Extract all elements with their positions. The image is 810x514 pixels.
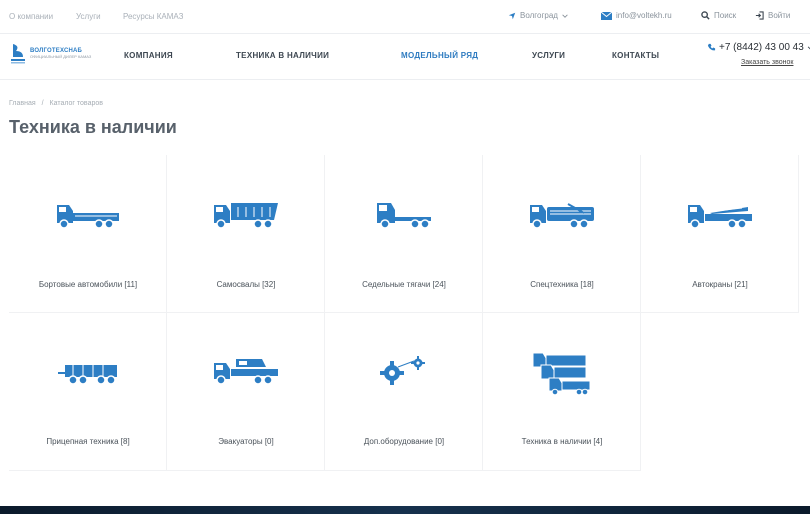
login-button[interactable]: Войти [755,11,790,20]
gears-icon [380,356,425,385]
search-icon [701,11,710,20]
category-label: Доп.оборудование [0] [363,437,445,446]
logo-title: ВОЛГОТЕХСНАБ [30,47,83,54]
category-label: Спецтехника [18] [530,280,594,289]
login-icon [755,11,764,20]
top-link-kamaz[interactable]: Ресурсы КАМАЗ [123,12,184,21]
tow-truck-icon [214,359,278,385]
category-card-crane[interactable]: Автокраны [21] [641,155,799,313]
city-name: Волгоград [520,11,558,20]
nav-company[interactable]: КОМПАНИЯ [124,51,173,60]
category-label: Автокраны [21] [692,280,748,289]
breadcrumb-separator: / [41,100,44,107]
main-header: ВОЛГОТЕХСНАБ ОФИЦИАЛЬНЫЙ ДИЛЕР КАМАЗ КОМ… [0,34,810,80]
city-selector[interactable]: Волгоград [508,11,568,20]
truck-fleet-icon [532,352,591,395]
top-link-about[interactable]: О компании [9,12,53,21]
mail-icon [601,11,612,20]
category-label: Техника в наличии [4] [521,437,603,446]
special-truck-icon [530,203,594,229]
nav-contacts[interactable]: КОНТАКТЫ [612,51,659,60]
category-card-special[interactable]: Спецтехника [18] [483,155,641,313]
category-card-stock[interactable]: Техника в наличии [4] [483,313,641,471]
location-icon [508,12,516,19]
top-link-services[interactable]: Услуги [76,12,101,21]
phone-number[interactable]: +7 (8442) 43 00 43 [707,42,810,53]
category-card-equipment[interactable]: Доп.оборудование [0] [325,313,483,471]
flatbed-truck-icon [57,205,119,229]
callback-link[interactable]: Заказать звонок [741,59,793,66]
tractor-unit-icon [377,203,431,229]
search-label: Поиск [714,11,737,20]
dump-truck-icon [214,203,278,229]
kamaz-logo-icon [11,44,25,64]
category-card-dump[interactable]: Самосвалы [32] [167,155,325,313]
trailer-icon [58,365,117,385]
logo-subtitle: ОФИЦИАЛЬНЫЙ ДИЛЕР КАМАЗ [30,53,92,59]
nav-stock[interactable]: ТЕХНИКА В НАЛИЧИИ [236,51,329,60]
nav-model-range[interactable]: МОДЕЛЬНЫЙ РЯД [401,51,478,60]
top-bar: О компании Услуги Ресурсы КАМАЗ Волгогра… [0,0,810,34]
category-label: Седельные тягачи [24] [362,280,446,289]
page-title: Техника в наличии [9,117,177,137]
breadcrumb-home[interactable]: Главная [9,100,36,107]
breadcrumb: Главная / Каталог товаров [9,100,107,107]
chevron-down-icon [562,13,568,18]
nav-services[interactable]: УСЛУГИ [532,51,565,60]
email-link[interactable]: info@voltekh.ru [601,11,672,20]
phone-text: +7 (8442) 43 00 43 [719,42,804,53]
category-label: Бортовые автомобили [11] [38,280,138,289]
category-label: Самосвалы [32] [216,280,276,289]
crane-truck-icon [688,205,752,229]
search-button[interactable]: Поиск [701,11,736,20]
category-card-trailer[interactable]: Прицепная техника [8] [9,313,167,471]
login-label: Войти [768,11,791,20]
category-card-tow[interactable]: Эвакуаторы [0] [167,313,325,471]
category-card-tractor[interactable]: Седельные тягачи [24] [325,155,483,313]
category-label: Прицепная техника [8] [46,437,130,446]
category-grid: Бортовые автомобили [11] Самосвалы [32] [9,155,799,471]
category-card-flatbed[interactable]: Бортовые автомобили [11] [9,155,167,313]
logo[interactable]: ВОЛГОТЕХСНАБ ОФИЦИАЛЬНЫЙ ДИЛЕР КАМАЗ [10,42,91,64]
email-text: info@voltekh.ru [616,11,672,20]
breadcrumb-catalog[interactable]: Каталог товаров [50,100,103,107]
category-label: Эвакуаторы [0] [218,437,274,446]
footer-strip [0,506,810,514]
phone-icon [707,43,716,51]
